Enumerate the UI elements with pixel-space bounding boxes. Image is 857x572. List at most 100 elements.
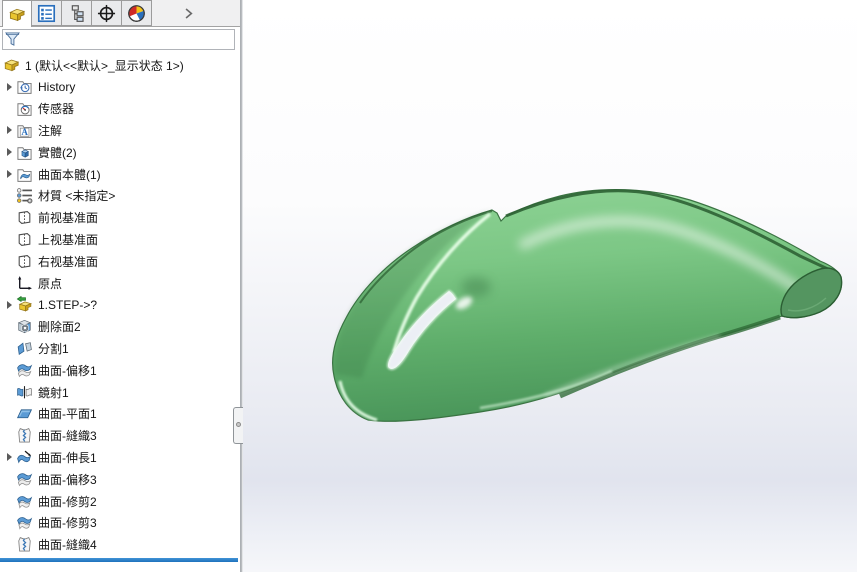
plane-icon xyxy=(16,231,33,248)
tree-item-origin[interactable]: 原点 xyxy=(0,272,238,294)
folder-history-icon xyxy=(16,78,33,95)
tree-item-surface-knit[interactable]: 曲面-縫織4 xyxy=(0,534,238,556)
tree-item-folder-annotation[interactable]: 注解 xyxy=(0,120,238,142)
config-icon xyxy=(67,4,86,23)
arrow-spacer xyxy=(0,316,16,338)
tree-item-label: 删除面2 xyxy=(38,320,81,335)
arrow-spacer xyxy=(0,425,16,447)
surface-trim-icon xyxy=(16,514,33,531)
property-icon xyxy=(37,4,56,23)
part-icon xyxy=(8,5,27,24)
part-icon xyxy=(3,56,21,74)
model-green-hook xyxy=(332,189,843,422)
tree-item-folder-history[interactable]: History xyxy=(0,76,238,98)
tree-item-label: 曲面-修剪2 xyxy=(38,494,97,509)
feature-tree: 1 (默认<<默认>_显示状态 1>) History 传感器注解實體(2) 曲面本… xyxy=(0,54,238,556)
tree-item-label: 鏡射1 xyxy=(38,385,69,400)
tree-item-label: 注解 xyxy=(38,123,63,138)
tree-item-surface-trim[interactable]: 曲面-修剪2 xyxy=(0,490,238,512)
folder-sensor-icon xyxy=(16,100,33,117)
chevron-right-icon xyxy=(182,7,195,20)
tree-item-plane[interactable]: 右视基准面 xyxy=(0,250,238,272)
surface-extrude-icon xyxy=(16,449,33,466)
tree-item-label: 曲面-伸長1 xyxy=(38,450,97,465)
panel-splitter[interactable] xyxy=(240,0,243,572)
tree-item-split[interactable]: 分割1 xyxy=(0,338,238,360)
filter-funnel-icon[interactable] xyxy=(5,31,20,48)
graphics-viewport[interactable] xyxy=(243,0,857,572)
tree-item-surface-plane[interactable]: 曲面-平面1 xyxy=(0,403,238,425)
tree-item-surface-knit[interactable]: 曲面-縫織3 xyxy=(0,425,238,447)
tree-item-surface-offset[interactable]: 曲面-偏移3 xyxy=(0,468,238,490)
expand-arrow-icon[interactable] xyxy=(0,447,16,469)
expand-arrow-icon[interactable] xyxy=(0,76,16,98)
arrow-spacer xyxy=(0,403,16,425)
tree-item-label: 原点 xyxy=(38,276,63,291)
arrow-spacer xyxy=(0,468,16,490)
tree-item-label: 曲面-縫織3 xyxy=(38,429,97,444)
plane-icon xyxy=(16,253,33,270)
tree-item-delete-face[interactable]: 删除面2 xyxy=(0,316,238,338)
display-icon xyxy=(127,4,146,23)
material-icon xyxy=(16,187,33,204)
expand-arrow-icon[interactable] xyxy=(0,163,16,185)
expand-arrow-icon[interactable] xyxy=(0,120,16,142)
tree-item-label: 传感器 xyxy=(38,102,75,117)
expand-arrow-icon[interactable] xyxy=(0,294,16,316)
panel-collapse-handle[interactable] xyxy=(233,407,243,444)
imported-part-icon xyxy=(16,296,33,313)
arrow-spacer xyxy=(0,512,16,534)
feature-manager-panel: 1 (默认<<默认>_显示状态 1>) History 传感器注解實體(2) 曲面本… xyxy=(0,0,240,572)
tree-item-plane[interactable]: 上视基准面 xyxy=(0,229,238,251)
tree-item-folder-surface[interactable]: 曲面本體(1) xyxy=(0,163,238,185)
surface-offset-icon xyxy=(16,362,33,379)
tab-featuremanager[interactable] xyxy=(2,0,32,27)
tree-item-surface-extrude[interactable]: 曲面-伸長1 xyxy=(0,447,238,469)
arrow-spacer xyxy=(0,250,16,272)
manager-tab-bar xyxy=(0,0,240,27)
split-icon xyxy=(16,340,33,357)
tree-item-folder-solid[interactable]: 實體(2) xyxy=(0,141,238,163)
surface-offset-icon xyxy=(16,471,33,488)
tab-propertymanager[interactable] xyxy=(32,0,62,26)
surface-knit-icon xyxy=(16,427,33,444)
tree-item-label: 實體(2) xyxy=(38,145,77,160)
tree-item-label: 前视基准面 xyxy=(38,211,99,226)
tab-overflow-button[interactable] xyxy=(180,4,196,22)
tree-item-label: 曲面-偏移1 xyxy=(38,363,97,378)
tree-item-label: 曲面-平面1 xyxy=(38,407,97,422)
dimxpert-icon xyxy=(97,4,116,23)
tab-dimxpertmanager[interactable] xyxy=(92,0,122,26)
arrow-spacer xyxy=(0,272,16,294)
expand-arrow-icon[interactable] xyxy=(0,141,16,163)
rollback-bar[interactable] xyxy=(0,558,238,562)
surface-plane-icon xyxy=(16,405,33,422)
arrow-spacer xyxy=(0,98,16,120)
tree-item-label: History xyxy=(38,79,76,94)
tree-item-label: 上视基准面 xyxy=(38,232,99,247)
arrow-spacer xyxy=(0,207,16,229)
tree-item-folder-sensor[interactable]: 传感器 xyxy=(0,98,238,120)
tree-root-item[interactable]: 1 (默认<<默认>_显示状态 1>) xyxy=(0,54,238,76)
tree-item-imported-part[interactable]: 1.STEP->? xyxy=(0,294,238,316)
delete-face-icon xyxy=(16,318,33,335)
arrow-spacer xyxy=(0,534,16,556)
plane-icon xyxy=(16,209,33,226)
tree-item-label: 1.STEP->? xyxy=(38,297,98,312)
mirror-icon xyxy=(16,384,33,401)
tab-configurationmanager[interactable] xyxy=(62,0,92,26)
tree-item-label: 材質 <未指定> xyxy=(38,189,116,204)
filter-box[interactable] xyxy=(2,29,235,50)
tree-item-surface-offset[interactable]: 曲面-偏移1 xyxy=(0,359,238,381)
tree-item-surface-trim[interactable]: 曲面-修剪3 xyxy=(0,512,238,534)
folder-surface-icon xyxy=(16,166,33,183)
origin-icon xyxy=(16,275,33,292)
arrow-spacer xyxy=(0,338,16,360)
tree-item-mirror[interactable]: 鏡射1 xyxy=(0,381,238,403)
tree-item-label: 曲面本體(1) xyxy=(38,167,101,182)
tree-item-label: 曲面-修剪3 xyxy=(38,516,97,531)
tree-item-plane[interactable]: 前视基准面 xyxy=(0,207,238,229)
tree-item-material[interactable]: 材質 <未指定> xyxy=(0,185,238,207)
tree-item-label: 曲面-偏移3 xyxy=(38,472,97,487)
tab-displaymanager[interactable] xyxy=(122,0,152,26)
